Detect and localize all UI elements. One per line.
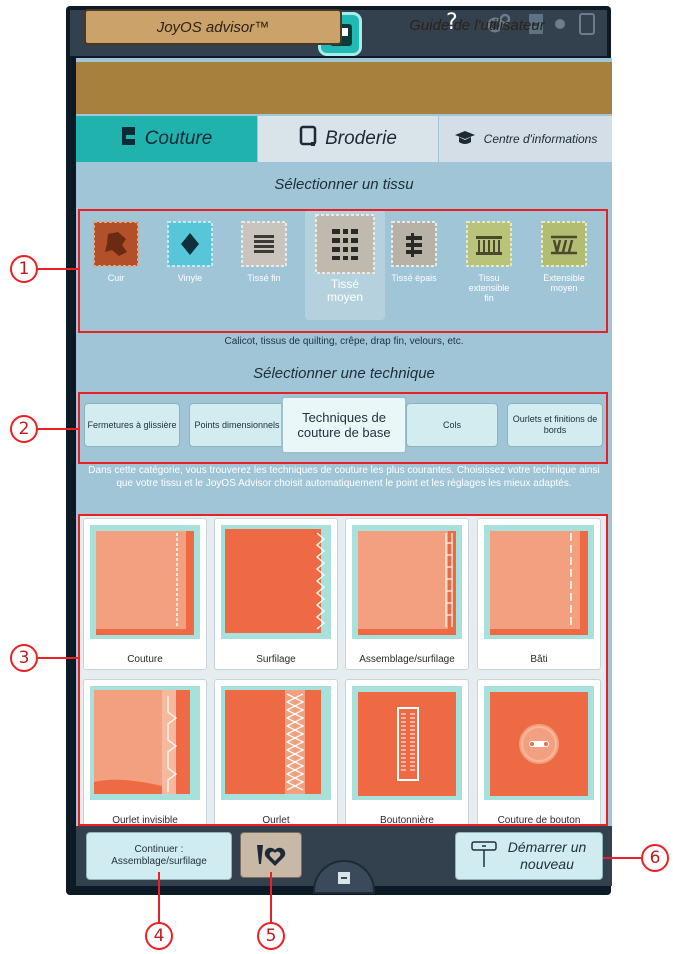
fabric-item-medium-stretch[interactable]: Extensible moyen (534, 219, 594, 293)
technique-basic-sewing-button[interactable]: Techniques de couture de base (281, 396, 407, 454)
fabric-item-light-stretch[interactable]: Tissu extensible fin (459, 219, 519, 303)
technique-zippers-button[interactable]: Fermetures à glissière (84, 403, 180, 447)
fabric-item-leather[interactable]: Cuir (86, 219, 146, 283)
callout-5: 5 (257, 922, 285, 950)
joyos-advisor-button[interactable]: JoyOS advisor™ (84, 9, 342, 45)
medium-woven-swatch-icon (315, 214, 375, 274)
start-new-button[interactable]: Démarrer un nouveau (455, 832, 603, 880)
fabric-label: Tissé fin (247, 273, 281, 283)
stitch-label: Ourlet invisible (112, 815, 178, 826)
tab-information-center[interactable]: Centre d'informations (439, 116, 612, 162)
fabric-item-medium-woven[interactable]: Tissé moyen (307, 212, 383, 304)
technique-section-title: Sélectionner une technique (253, 365, 435, 382)
fabric-section-title: Sélectionner un tissu (274, 176, 414, 193)
callout-line (38, 268, 78, 270)
tab-embroidery[interactable]: Broderie (258, 116, 438, 162)
fabric-label: Tissu extensible fin (468, 273, 510, 303)
stitch-label: Surfilage (256, 654, 296, 665)
callout-6: 6 (641, 844, 669, 872)
callout-4: 4 (145, 922, 173, 950)
tab-information-center-label: Centre d'informations (483, 132, 598, 146)
graduation-cap-icon (454, 130, 476, 149)
stitch-card-seam[interactable]: Couture (83, 518, 207, 670)
tab-sewing-label: Couture (144, 128, 213, 149)
stitch-card-seam-overcast[interactable]: Assemblage/surfilage (345, 518, 469, 670)
fabric-label: Tissé moyen (326, 277, 364, 304)
technique-hems-button[interactable]: Ourlets et finitions de bords (507, 403, 603, 447)
seam-overcast-illustration-icon (352, 525, 462, 639)
callout-line (38, 657, 78, 659)
callout-1: 1 (10, 255, 38, 283)
top-navigation (76, 62, 612, 114)
fabric-label: Cuir (107, 273, 125, 283)
basting-illustration-icon (484, 525, 594, 639)
needle-heart-icon (257, 845, 286, 866)
stitch-card-buttonhole[interactable]: Boutonnière (345, 679, 469, 831)
leather-swatch-icon (93, 221, 139, 267)
stitch-label: Ourlet (262, 815, 290, 826)
stitch-card-hem[interactable]: Ourlet (214, 679, 338, 831)
overcast-illustration-icon (221, 525, 331, 639)
technique-dimensional-stitches-button[interactable]: Points dimensionnels (189, 403, 285, 447)
callout-line (38, 428, 78, 430)
vinyl-swatch-icon (167, 221, 213, 267)
stitch-label: Bâti (530, 654, 548, 665)
callout-2: 2 (10, 415, 38, 443)
fabric-item-light-woven[interactable]: Tissé fin (234, 219, 294, 283)
stitch-label: Boutonnière (380, 815, 434, 826)
buttonhole-illustration-icon (352, 686, 462, 800)
callout-line (270, 872, 272, 924)
callout-line (158, 872, 160, 924)
mode-tabs: Couture Broderie Centre d'informations (76, 116, 612, 162)
medium-stretch-swatch-icon (541, 221, 587, 267)
button-sewing-illustration-icon (484, 686, 594, 800)
user-guide-button[interactable]: Guide de l'utilisateur (350, 9, 604, 45)
tab-sewing[interactable]: Couture (76, 116, 257, 162)
fabric-item-heavy-woven[interactable]: Tissé épais (384, 219, 444, 283)
fabric-label: Vinyle (177, 273, 203, 283)
light-woven-swatch-icon (241, 221, 287, 267)
stitch-card-button-sewing[interactable]: Couture de bouton (477, 679, 601, 831)
heavy-woven-swatch-icon (391, 221, 437, 267)
fabric-label: Tissé épais (391, 273, 437, 283)
stitch-card-blind-hem[interactable]: Ourlet invisible (83, 679, 207, 831)
light-stretch-swatch-icon (466, 221, 512, 267)
start-new-label: Démarrer un nouveau (507, 839, 587, 872)
technique-description: Dans cette catégorie, vous trouverez les… (88, 465, 600, 489)
tab-embroidery-label: Broderie (325, 128, 397, 149)
embroidery-hoop-icon (299, 125, 317, 153)
stitch-label: Couture (127, 654, 163, 665)
drawer-icon (338, 872, 350, 884)
fabric-item-vinyl[interactable]: Vinyle (160, 219, 220, 283)
callout-3: 3 (10, 644, 38, 672)
fabric-label: Extensible moyen (543, 273, 585, 293)
callout-line (603, 857, 641, 859)
sewing-machine-icon (121, 126, 137, 152)
blind-hem-illustration-icon (90, 686, 200, 800)
stitch-label: Assemblage/surfilage (359, 654, 455, 665)
needle-icon (471, 840, 497, 872)
hem-illustration-icon (221, 686, 331, 800)
stitch-card-overcast[interactable]: Surfilage (214, 518, 338, 670)
technique-collars-button[interactable]: Cols (406, 403, 498, 447)
seam-illustration-icon (90, 525, 200, 639)
stitch-label: Couture de bouton (497, 815, 581, 826)
stitch-card-basting[interactable]: Bâti (477, 518, 601, 670)
fabric-description: Calicot, tissus de quilting, crêpe, drap… (224, 336, 464, 347)
